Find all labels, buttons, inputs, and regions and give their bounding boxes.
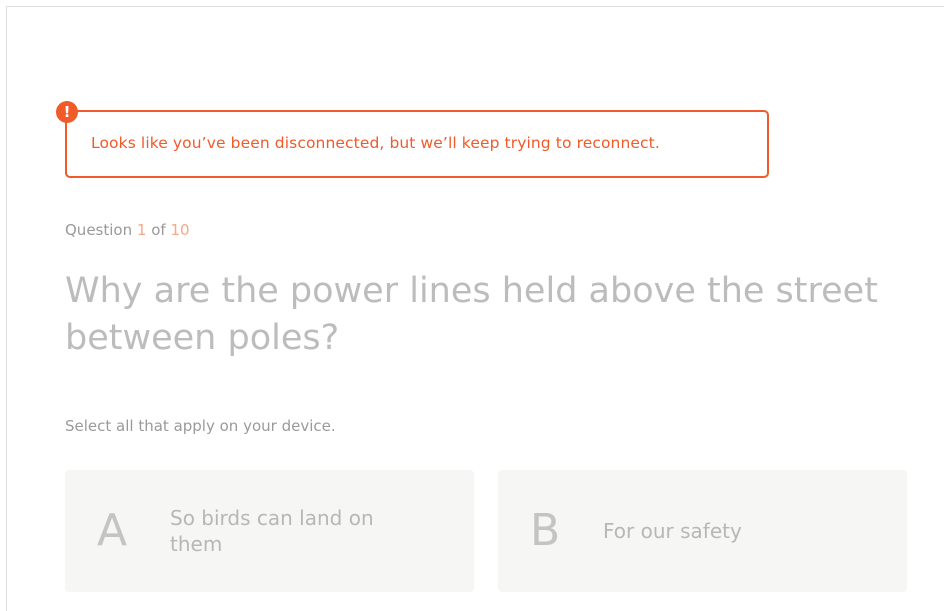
alert-message: Looks like you’ve been disconnected, but…: [91, 134, 660, 152]
disconnected-alert: ! Looks like you’ve been disconnected, b…: [56, 101, 769, 178]
exclamation-icon: !: [56, 101, 78, 123]
option-letter: A: [97, 505, 128, 556]
option-label: So birds can land on them: [170, 506, 374, 556]
option-letter: B: [530, 505, 561, 556]
counter-prefix: Question: [65, 221, 133, 239]
answer-option-b[interactable]: B For our safety: [498, 470, 907, 592]
counter-current: 1: [136, 221, 147, 239]
answer-option-a[interactable]: A So birds can land on them: [65, 470, 474, 592]
instruction-text: Select all that apply on your device.: [65, 417, 336, 435]
counter-total: 10: [170, 221, 190, 239]
question-text: Why are the power lines held above the s…: [65, 271, 878, 358]
question-counter: Question 1 of 10: [65, 221, 190, 239]
option-label: For our safety: [603, 519, 742, 543]
counter-separator: of: [151, 221, 166, 239]
